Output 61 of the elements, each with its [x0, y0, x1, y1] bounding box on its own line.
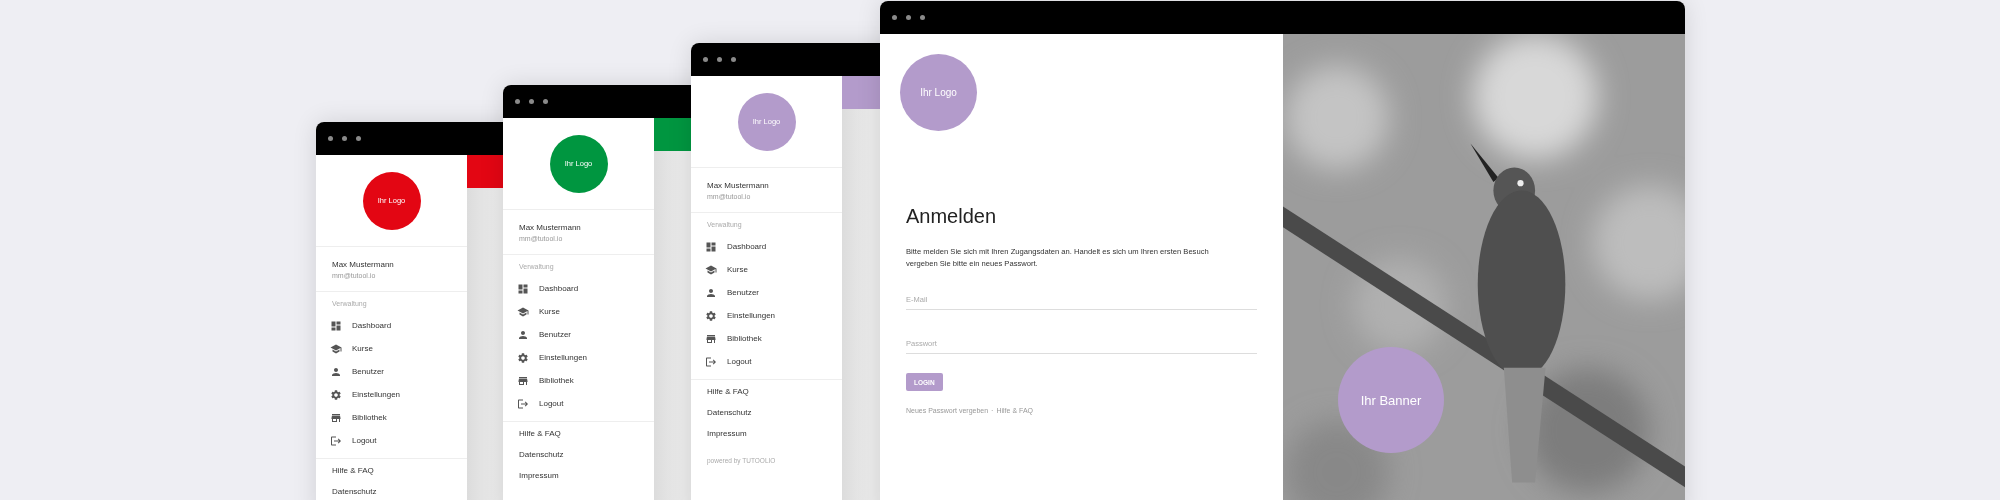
menu-item[interactable]: Bibliothek [503, 369, 582, 392]
menu-item[interactable]: Benutzer [503, 323, 580, 346]
footer-link[interactable]: Datenschutz [332, 481, 377, 500]
window-dot [703, 57, 708, 62]
footer-link[interactable]: Impressum [519, 465, 559, 486]
menu-item[interactable]: Bibliothek [316, 406, 395, 429]
menu-item[interactable]: Bibliothek [691, 327, 770, 350]
menu-item[interactable]: Logout [316, 429, 385, 452]
menu-item[interactable]: Einstellungen [503, 346, 596, 369]
dashboard-icon [517, 282, 529, 295]
window-dot [892, 15, 897, 20]
menu-item[interactable]: Logout [503, 392, 572, 415]
window-dot [920, 15, 925, 20]
user-name: Max Mustermann [332, 259, 394, 269]
menu-item[interactable]: Dashboard [503, 277, 587, 300]
settings-icon [705, 309, 717, 322]
window-dot [515, 99, 520, 104]
footer-link[interactable]: Impressum [707, 423, 747, 444]
window-dot [717, 57, 722, 62]
menu-item[interactable]: Logout [691, 350, 760, 373]
graduation-cap-icon [517, 305, 529, 318]
settings-icon [330, 388, 342, 401]
footer-link[interactable]: Hilfe & FAQ [707, 381, 749, 402]
dashboard-icon [330, 319, 342, 332]
user-name: Max Mustermann [519, 222, 581, 232]
menu-item[interactable]: Dashboard [691, 235, 775, 258]
footer-link[interactable]: Datenschutz [707, 402, 752, 423]
window-dot [543, 99, 548, 104]
logout-icon [330, 434, 342, 447]
menu-item[interactable]: Benutzer [316, 360, 393, 383]
menu-item[interactable]: Dashboard [316, 314, 400, 337]
person-icon [330, 365, 342, 378]
logo: Ihr Logo [900, 54, 977, 131]
window-dot [529, 99, 534, 104]
window-dot [356, 136, 361, 141]
user-name: Max Mustermann [707, 180, 769, 190]
window-dot [731, 57, 736, 62]
login-title: Anmelden [906, 204, 997, 228]
graduation-cap-icon [330, 342, 342, 355]
menu-item[interactable]: Kurse [503, 300, 568, 323]
store-icon [517, 374, 529, 387]
footer-link[interactable]: Hilfe & FAQ [519, 423, 561, 444]
settings-icon [517, 351, 529, 364]
person-icon [705, 286, 717, 299]
menu-item[interactable]: Kurse [316, 337, 381, 360]
store-icon [330, 411, 342, 424]
window-dot [906, 15, 911, 20]
menu-item[interactable]: Einstellungen [691, 304, 784, 327]
menu-item[interactable]: Kurse [691, 258, 756, 281]
dashboard-icon [705, 240, 717, 253]
footer-link[interactable]: Hilfe & FAQ [332, 460, 374, 481]
menu-item[interactable]: Einstellungen [316, 383, 409, 406]
graduation-cap-icon [705, 263, 717, 276]
logout-icon [705, 355, 717, 368]
menu-item[interactable]: Benutzer [691, 281, 768, 304]
footer-link[interactable]: Datenschutz [519, 444, 564, 465]
person-icon [517, 328, 529, 341]
window-dot [342, 136, 347, 141]
window-dot [328, 136, 333, 141]
store-icon [705, 332, 717, 345]
logout-icon [517, 397, 529, 410]
